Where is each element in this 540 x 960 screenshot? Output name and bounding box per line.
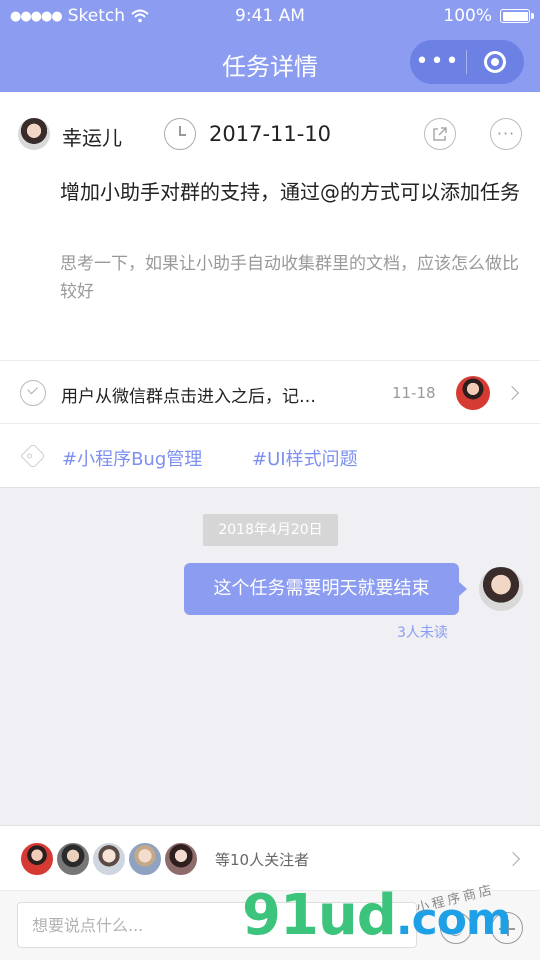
task-title: 增加小助手对群的支持，通过@的方式可以添加任务 <box>60 180 520 204</box>
follower-avatar <box>19 841 55 877</box>
subtask-assignee-avatar <box>456 376 490 410</box>
chevron-right-icon <box>505 851 521 867</box>
owner-name[interactable]: 幸运儿 <box>62 122 122 151</box>
ellipsis-button[interactable]: ··· <box>490 118 522 150</box>
task-description: 思考一下，如果让小助手自动收集群里的文档，应该怎么做比较好 <box>60 254 519 302</box>
share-icon <box>433 127 447 141</box>
menu-capsule: ••• <box>410 40 524 84</box>
follower-avatar <box>163 841 199 877</box>
due-date[interactable]: 2017-11-10 <box>209 122 331 146</box>
owner-avatar[interactable] <box>18 118 50 150</box>
emoji-icon[interactable] <box>440 912 472 944</box>
more-icon[interactable]: ••• <box>410 40 466 84</box>
nav-bar: 任务详情 ••• <box>0 32 540 92</box>
subtask-date: 11-18 <box>392 384 436 402</box>
share-button[interactable] <box>424 118 456 150</box>
follower-avatar <box>127 841 163 877</box>
ellipsis-icon: ··· <box>496 124 516 143</box>
tags-row: #小程序Bug管理 #UI样式问题 <box>0 424 540 488</box>
message-input[interactable] <box>17 902 417 948</box>
battery-icon <box>500 9 534 23</box>
tag-item[interactable]: #小程序Bug管理 <box>62 445 202 471</box>
battery-percent: 100% <box>443 6 492 26</box>
read-status[interactable]: 3人未读 <box>397 622 448 642</box>
close-target-button[interactable] <box>467 51 523 73</box>
followers-row[interactable]: 等10人关注者 <box>0 825 540 891</box>
subtask-text: 用户从微信群点击进入之后，记… <box>61 387 316 407</box>
status-bar: ●●●●● Sketch 9:41 AM 100% <box>0 0 540 32</box>
followers-count-text: 等10人关注者 <box>215 851 310 869</box>
sender-avatar[interactable] <box>479 567 523 611</box>
tag-icon <box>20 443 46 469</box>
chat-date-divider: 2018年4月20日 <box>203 514 338 546</box>
chevron-right-icon <box>504 385 520 401</box>
check-circle-icon[interactable] <box>20 380 46 406</box>
tag-item[interactable]: #UI样式问题 <box>252 445 358 471</box>
target-icon <box>484 51 506 73</box>
chat-message-bubble[interactable]: 这个任务需要明天就要结束 <box>184 563 467 615</box>
clock-icon <box>164 118 196 150</box>
plus-icon[interactable] <box>491 912 523 944</box>
subtask-row[interactable]: 用户从微信群点击进入之后，记… 11-18 <box>0 360 540 424</box>
follower-avatar <box>91 841 127 877</box>
follower-avatar <box>55 841 91 877</box>
task-card: 幸运儿 2017-11-10 ··· 增加小助手对群的支持，通过@的方式可以添加… <box>0 92 540 360</box>
